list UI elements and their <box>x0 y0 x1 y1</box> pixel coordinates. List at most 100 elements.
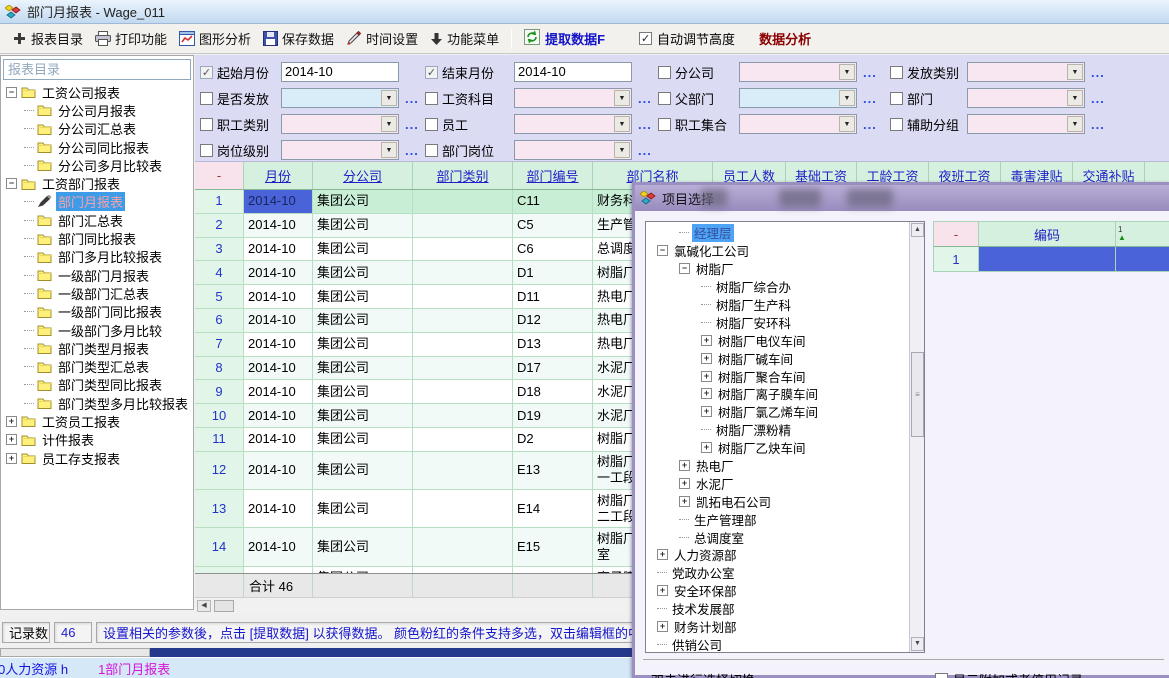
more-options-button[interactable]: ... <box>405 143 419 158</box>
toolbar-button-1[interactable]: 报表目录 <box>6 27 89 50</box>
dialog-tree-item[interactable]: 总调度室 <box>647 528 908 546</box>
dialog-tree-item[interactable]: +树脂厂聚合车间 <box>647 367 908 385</box>
sidebar-item[interactable]: +员工存支报表 <box>3 449 191 467</box>
sidebar-item[interactable]: 部门月报表 <box>3 193 191 211</box>
collapse-icon[interactable]: − <box>6 87 17 98</box>
filter-checkbox[interactable] <box>890 66 903 79</box>
filter-checkbox[interactable] <box>658 118 671 131</box>
taskbar-item-hr[interactable]: 0人力资源 h <box>0 659 68 678</box>
dialog-grid-row[interactable]: 1 <box>933 247 1169 272</box>
sidebar-item[interactable]: 部门类型多月比较报表 <box>3 394 191 412</box>
dialog-tree-item[interactable]: 树脂厂漂粉精 <box>647 421 908 439</box>
expand-icon[interactable]: + <box>679 478 690 489</box>
dialog-tree-item[interactable]: 党政办公室 <box>647 564 908 582</box>
data-analysis-button[interactable]: 数据分析 <box>759 29 811 48</box>
show-disabled-records-toggle[interactable]: 显示附加或者停用记录 <box>935 670 1083 678</box>
expand-icon[interactable]: + <box>6 434 17 445</box>
more-options-button[interactable]: ... <box>405 91 419 106</box>
hscroll-thumb[interactable] <box>214 600 234 612</box>
grid-col-月份[interactable]: 月份 <box>244 162 313 189</box>
sidebar-item[interactable]: 部门多月比较报表 <box>3 248 191 266</box>
scroll-up-icon[interactable]: ▲ <box>911 223 924 237</box>
show-disabled-checkbox[interactable] <box>935 673 948 678</box>
chevron-down-icon[interactable]: ▼ <box>839 90 855 106</box>
dialog-grid-cell-code[interactable] <box>979 247 1116 271</box>
more-options-button[interactable]: ... <box>863 65 877 80</box>
chevron-down-icon[interactable]: ▼ <box>381 116 397 132</box>
sidebar-item[interactable]: 部门类型月报表 <box>3 339 191 357</box>
filter-checkbox[interactable] <box>658 66 671 79</box>
dialog-tree-item[interactable]: 树脂厂生产科 <box>647 296 908 314</box>
filter-combobox[interactable]: ▼ <box>967 88 1085 108</box>
vscroll-thumb[interactable]: ≡ <box>911 352 924 437</box>
dialog-tree-vscrollbar[interactable]: ▲ ≡ ▼ <box>909 222 924 652</box>
filter-combobox[interactable]: ▼ <box>281 114 399 134</box>
filter-month-input[interactable]: 2014-10 <box>514 62 632 82</box>
toolbar-button-4[interactable]: 保存数据 <box>257 27 340 50</box>
expand-icon[interactable]: + <box>6 416 17 427</box>
collapse-icon[interactable]: − <box>657 245 668 256</box>
chevron-down-icon[interactable]: ▼ <box>614 90 630 106</box>
toolbar-button-2[interactable]: 打印功能 <box>89 27 173 50</box>
chevron-down-icon[interactable]: ▼ <box>839 116 855 132</box>
dialog-tree-item[interactable]: +财务计划部 <box>647 618 908 636</box>
filter-checkbox[interactable] <box>425 144 438 157</box>
dialog-grid-col-code[interactable]: 编码 <box>979 222 1116 246</box>
taskbar-item-dept-report[interactable]: 1部门月报表 <box>98 659 170 678</box>
dialog-tree-item[interactable]: +树脂厂氯乙烯车间 <box>647 403 908 421</box>
sidebar-item[interactable]: 一级部门同比报表 <box>3 303 191 321</box>
dialog-tree-item[interactable]: 经理层 <box>647 224 908 242</box>
filter-combobox[interactable]: ▼ <box>514 114 632 134</box>
dialog-tree-item[interactable]: 技术发展部 <box>647 600 908 618</box>
sidebar-item[interactable]: −工资部门报表 <box>3 174 191 192</box>
more-options-button[interactable]: ... <box>1091 91 1105 106</box>
dialog-tree-item[interactable]: +树脂厂离子膜车间 <box>647 385 908 403</box>
chevron-down-icon[interactable]: ▼ <box>614 116 630 132</box>
expand-icon[interactable]: + <box>701 406 712 417</box>
grid-col-部门编号[interactable]: 部门编号 <box>513 162 593 189</box>
grid-col-部门类别[interactable]: 部门类别 <box>413 162 513 189</box>
filter-combobox[interactable]: ▼ <box>739 62 857 82</box>
sidebar-item[interactable]: 部门同比报表 <box>3 229 191 247</box>
sidebar-item[interactable]: 分公司同比报表 <box>3 138 191 156</box>
expand-icon[interactable]: + <box>701 442 712 453</box>
chevron-down-icon[interactable]: ▼ <box>1067 90 1083 106</box>
dialog-tree-item[interactable]: 生产管理部 <box>647 510 908 528</box>
sidebar-item[interactable]: 一级部门多月比较 <box>3 321 191 339</box>
filter-month-input[interactable]: 2014-10 <box>281 62 399 82</box>
chevron-down-icon[interactable]: ▼ <box>381 142 397 158</box>
more-options-button[interactable]: ... <box>1091 117 1105 132</box>
expand-icon[interactable]: + <box>657 621 668 632</box>
filter-checkbox[interactable] <box>425 118 438 131</box>
expand-icon[interactable]: + <box>657 549 668 560</box>
expand-icon[interactable]: + <box>701 388 712 399</box>
sidebar-item[interactable]: +计件报表 <box>3 431 191 449</box>
sidebar-item[interactable]: 部门类型同比报表 <box>3 376 191 394</box>
dialog-tree-item[interactable]: +树脂厂乙炔车间 <box>647 439 908 457</box>
sidebar-item[interactable]: +工资员工报表 <box>3 412 191 430</box>
dialog-tree-item[interactable]: +树脂厂电仪车间 <box>647 331 908 349</box>
dialog-tree-item[interactable]: −树脂厂 <box>647 260 908 278</box>
sidebar-item[interactable]: 分公司汇总表 <box>3 120 191 138</box>
dialog-tree-item[interactable]: +人力资源部 <box>647 546 908 564</box>
dialog-title-bar[interactable]: 项目选择 <box>635 185 1169 211</box>
expand-icon[interactable]: + <box>6 453 17 464</box>
chevron-down-icon[interactable]: ▼ <box>381 90 397 106</box>
sidebar-item[interactable]: 一级部门汇总表 <box>3 284 191 302</box>
dialog-tree-item[interactable]: +安全环保部 <box>647 582 908 600</box>
dialog-tree-item[interactable]: +热电厂 <box>647 457 908 475</box>
dialog-tree-item[interactable]: 树脂厂安环科 <box>647 313 908 331</box>
collapse-icon[interactable]: − <box>679 263 690 274</box>
dialog-tree-item[interactable]: −氯碱化工公司 <box>647 242 908 260</box>
more-options-button[interactable]: ... <box>863 117 877 132</box>
sidebar-item[interactable]: 部门类型汇总表 <box>3 357 191 375</box>
filter-combobox[interactable]: ▼ <box>739 114 857 134</box>
expand-icon[interactable]: + <box>701 335 712 346</box>
filter-combobox[interactable]: ▼ <box>514 140 632 160</box>
filter-combobox[interactable]: ▼ <box>281 140 399 160</box>
chevron-down-icon[interactable]: ▼ <box>614 142 630 158</box>
filter-checkbox[interactable] <box>658 92 671 105</box>
chevron-down-icon[interactable]: ▼ <box>1067 64 1083 80</box>
filter-combobox[interactable]: ▼ <box>739 88 857 108</box>
filter-checkbox[interactable]: ✓ <box>425 66 438 79</box>
